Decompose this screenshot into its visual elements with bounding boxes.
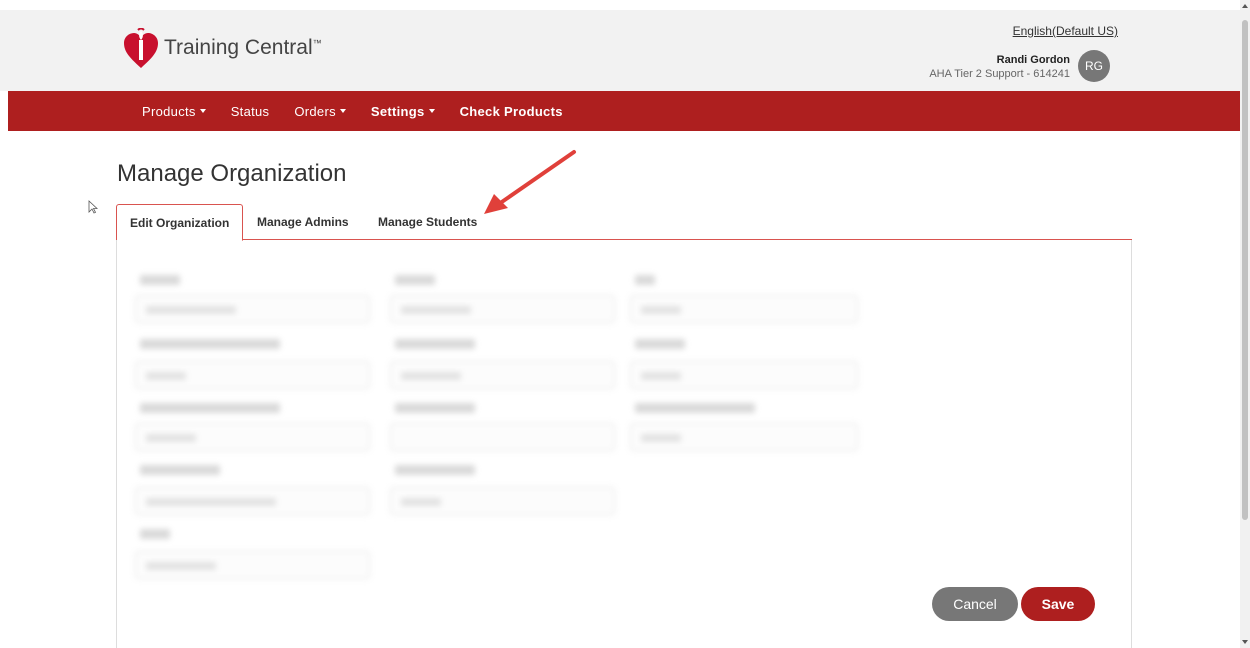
form-field[interactable] [135, 295, 370, 323]
top-header: Training Central™ English(Default US) Ra… [0, 0, 1240, 91]
form-field[interactable] [390, 487, 615, 515]
cancel-button[interactable]: Cancel [932, 587, 1018, 621]
tab-manage-students[interactable]: Manage Students [365, 204, 490, 240]
aha-heart-torch-icon [124, 28, 158, 68]
form-field[interactable] [630, 295, 858, 323]
form-field[interactable] [390, 295, 615, 323]
field-label [140, 275, 180, 285]
field-label [635, 339, 685, 349]
form-field[interactable] [390, 361, 615, 389]
field-label [395, 275, 435, 285]
save-button[interactable]: Save [1021, 587, 1095, 621]
mouse-pointer-icon [88, 200, 98, 214]
logo[interactable]: Training Central™ [124, 28, 322, 68]
main-nav: Products Status Orders Settings Check Pr… [8, 91, 1240, 131]
logo-text: Training Central™ [164, 36, 322, 59]
nav-products[interactable]: Products [142, 104, 206, 119]
form-field[interactable] [390, 423, 615, 451]
field-label [395, 403, 475, 413]
caret-down-icon [339, 109, 346, 113]
scroll-up-icon[interactable] [1242, 4, 1248, 8]
form-field[interactable] [630, 361, 858, 389]
form-field[interactable] [135, 423, 370, 451]
form-field[interactable] [135, 361, 370, 389]
nav-settings-label: Settings [370, 103, 425, 119]
tab-manage-admins[interactable]: Manage Admins [244, 204, 362, 240]
form-field[interactable] [135, 487, 370, 515]
field-label [395, 339, 475, 349]
caret-down-icon [199, 109, 206, 113]
scroll-down-icon[interactable] [1242, 640, 1248, 644]
caret-down-icon [428, 109, 435, 113]
field-label [140, 465, 220, 475]
field-label [395, 465, 475, 475]
nav-status[interactable]: Status [231, 104, 270, 119]
nav-check-products-label: Check Products [459, 103, 563, 119]
red-arrow-icon [484, 150, 576, 214]
avatar[interactable]: RG [1078, 50, 1110, 82]
field-label [635, 275, 655, 285]
nav-orders-label: Orders [294, 103, 336, 119]
field-label [635, 403, 755, 413]
tab-bar: Edit Organization Manage Admins Manage S… [116, 204, 1132, 241]
user-name: Randi Gordon [996, 54, 1070, 66]
page-title: Manage Organization [117, 160, 347, 187]
scrollbar[interactable] [1240, 0, 1250, 648]
nav-orders[interactable]: Orders [294, 104, 346, 119]
nav-check-products[interactable]: Check Products [460, 104, 563, 119]
user-role: AHA Tier 2 Support - 614241 [929, 68, 1070, 80]
nav-settings[interactable]: Settings [371, 104, 435, 119]
form-field[interactable] [630, 423, 858, 451]
blurred-form [130, 265, 870, 585]
language-link[interactable]: English(Default US) [1013, 24, 1118, 38]
scroll-thumb[interactable] [1242, 20, 1248, 520]
field-label [140, 403, 280, 413]
form-field[interactable] [135, 551, 370, 579]
field-label [140, 529, 170, 539]
tab-edit-organization[interactable]: Edit Organization [116, 204, 244, 241]
nav-products-label: Products [142, 103, 196, 119]
nav-status-label: Status [230, 103, 270, 119]
field-label [140, 339, 280, 349]
